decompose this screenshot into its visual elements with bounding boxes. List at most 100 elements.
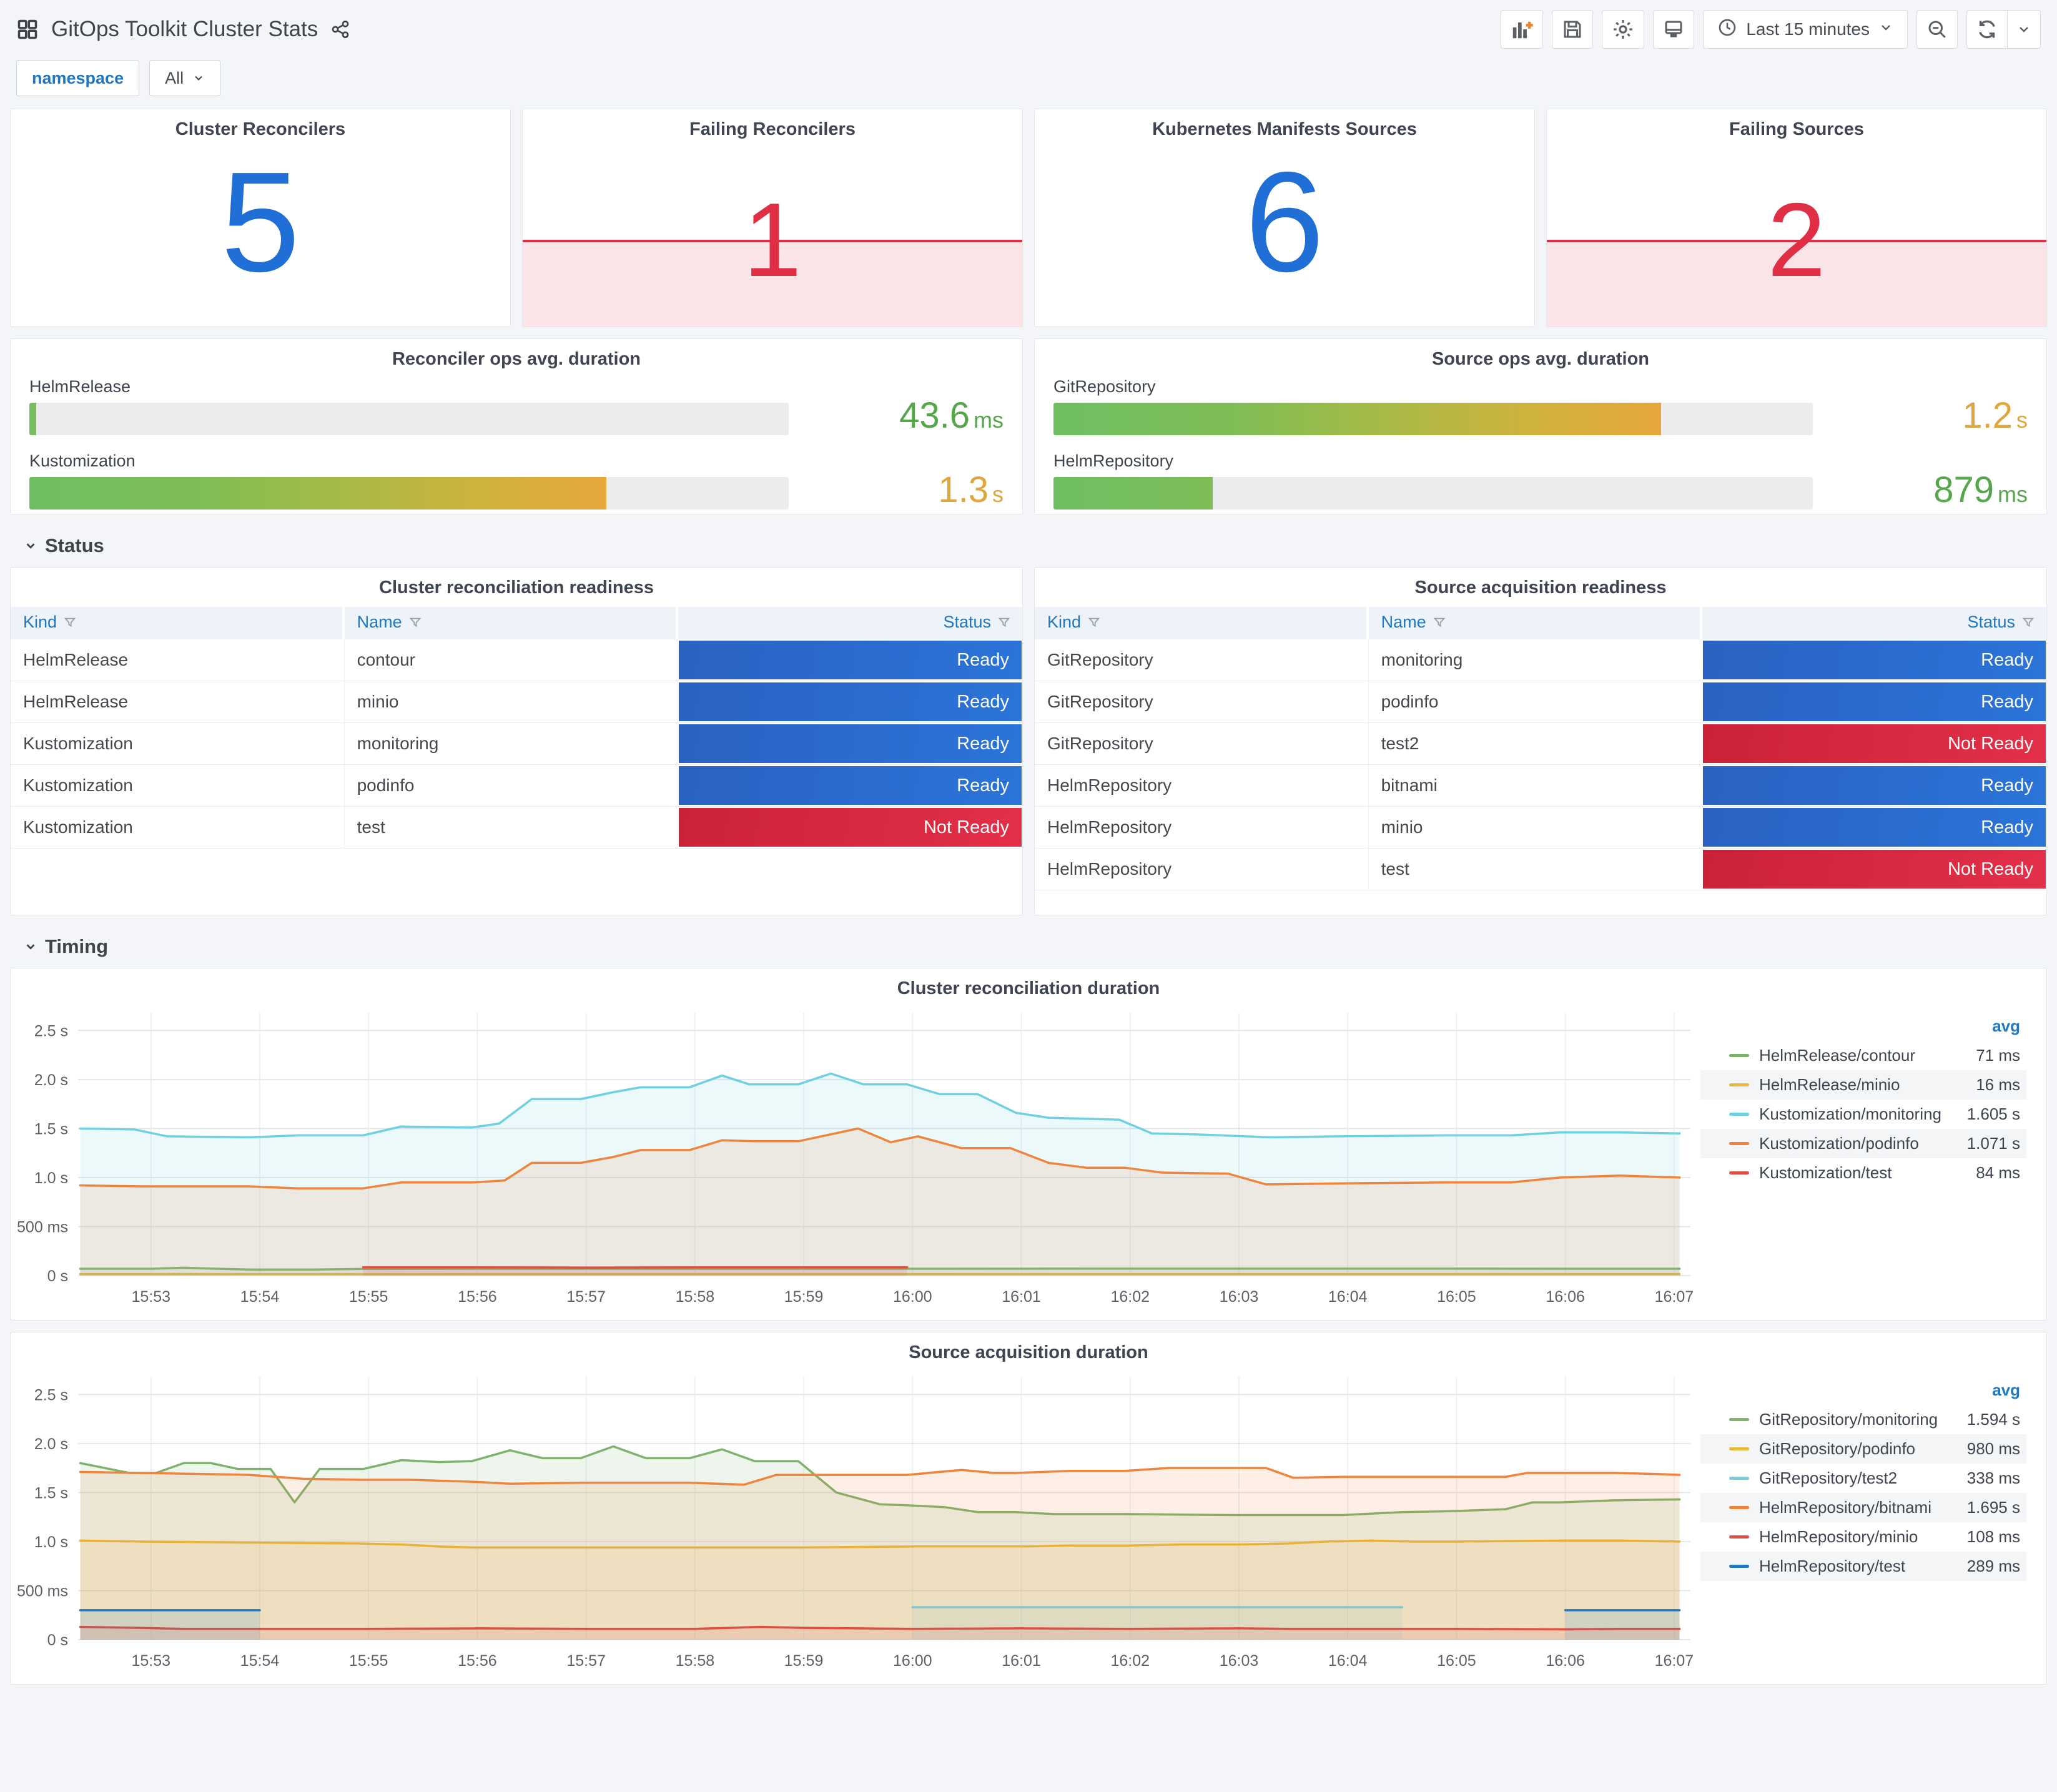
share-icon[interactable] bbox=[330, 19, 350, 39]
save-dashboard-button[interactable] bbox=[1552, 10, 1594, 49]
column-header-kind[interactable]: Kind bbox=[1035, 607, 1369, 639]
legend-item[interactable]: HelmRepository/minio 108 ms bbox=[1700, 1522, 2026, 1552]
series-color-swatch bbox=[1729, 1477, 1749, 1480]
namespace-filter-label[interactable]: namespace bbox=[16, 60, 140, 96]
table-row: HelmRepository test Not Ready bbox=[1035, 849, 2046, 890]
series-name[interactable]: HelmRelease/contour bbox=[1759, 1046, 1976, 1065]
column-header-name[interactable]: Name bbox=[344, 607, 679, 639]
apps-grid-icon[interactable] bbox=[16, 18, 39, 41]
legend-item[interactable]: GitRepository/monitoring 1.594 s bbox=[1700, 1405, 2026, 1434]
stat-value: 5 bbox=[220, 142, 300, 302]
cycle-view-mode-button[interactable] bbox=[1653, 10, 1695, 49]
legend-item[interactable]: HelmRepository/bitnami 1.695 s bbox=[1700, 1493, 2026, 1522]
section-title: Timing bbox=[45, 935, 109, 957]
add-panel-button[interactable] bbox=[1501, 10, 1544, 49]
gauge-label: HelmRepository bbox=[1053, 451, 1174, 470]
table-cell: GitRepository bbox=[1035, 723, 1369, 765]
legend-item[interactable]: Kustomization/test 84 ms bbox=[1700, 1158, 2026, 1188]
panel-title[interactable]: Cluster Reconcilers bbox=[11, 109, 510, 140]
svg-text:16:06: 16:06 bbox=[1546, 1652, 1585, 1670]
svg-text:16:02: 16:02 bbox=[1110, 1288, 1150, 1306]
chevron-down-icon bbox=[195, 76, 202, 81]
legend-item[interactable]: HelmRelease/contour 71 ms bbox=[1700, 1041, 2026, 1070]
filter-icon[interactable] bbox=[408, 614, 422, 634]
table-cell: test2 bbox=[1368, 723, 1703, 765]
series-name[interactable]: GitRepository/monitoring bbox=[1759, 1410, 1967, 1429]
status-badge: Not Ready bbox=[679, 808, 1022, 847]
filter-icon[interactable] bbox=[1087, 614, 1101, 634]
series-name[interactable]: HelmRepository/test bbox=[1759, 1557, 1967, 1576]
chart-panel-source-acquisition-duration: Source acquisition duration 15:53 15:54 15… bbox=[10, 1332, 2047, 1685]
chart-svg: 15:53 15:54 15:55 15:56 15:57 15:58 15:59 16:00… bbox=[17, 1013, 1694, 1306]
panel-title[interactable]: Cluster reconciliation duration bbox=[11, 968, 2046, 999]
panel-title[interactable]: Kubernetes Manifests Sources bbox=[1035, 109, 1534, 140]
table-cell: bitnami bbox=[1368, 765, 1703, 807]
filter-icon[interactable] bbox=[63, 614, 77, 634]
time-range-picker[interactable]: Last 15 minutes bbox=[1703, 10, 1908, 49]
svg-text:15:58: 15:58 bbox=[676, 1288, 715, 1306]
series-name[interactable]: HelmRelease/minio bbox=[1759, 1075, 1976, 1095]
gauge-panel-source-ops: Source ops avg. duration GitRepository 1… bbox=[1034, 338, 2047, 514]
series-name[interactable]: Kustomization/podinfo bbox=[1759, 1134, 1967, 1153]
refresh-button[interactable] bbox=[1966, 10, 2008, 49]
status-cell: Not Ready bbox=[1702, 723, 2046, 765]
gauge-row: GitRepository 1.2 s bbox=[1053, 377, 2028, 435]
filter-icon[interactable] bbox=[997, 614, 1011, 634]
gauge-row: HelmRelease 43.6 ms bbox=[29, 377, 1004, 435]
filter-icon[interactable] bbox=[1433, 614, 1446, 634]
status-badge: Ready bbox=[679, 766, 1022, 805]
refresh-interval-dropdown[interactable] bbox=[2008, 10, 2041, 49]
table-cell: podinfo bbox=[1368, 681, 1703, 723]
stat-panel-kubernetes-manifests-sources: Kubernetes Manifests Sources 6 bbox=[1034, 109, 1535, 327]
top-navbar: GitOps Toolkit Cluster Stats Last 15 min… bbox=[0, 0, 2057, 54]
legend-item[interactable]: GitRepository/podinfo 980 ms bbox=[1700, 1434, 2026, 1464]
panel-title[interactable]: Source acquisition readiness bbox=[1035, 568, 2046, 598]
legend-item[interactable]: HelmRelease/minio 16 ms bbox=[1700, 1070, 2026, 1100]
table-row: Kustomization test Not Ready bbox=[11, 807, 1022, 849]
svg-text:16:00: 16:00 bbox=[893, 1652, 932, 1670]
table-cell: HelmRepository bbox=[1035, 765, 1369, 807]
panel-title[interactable]: Failing Reconcilers bbox=[523, 109, 1022, 140]
filter-icon[interactable] bbox=[2021, 614, 2035, 634]
series-name[interactable]: GitRepository/podinfo bbox=[1759, 1439, 1967, 1459]
legend-avg-header[interactable]: avg bbox=[1700, 1381, 2026, 1405]
column-header-name[interactable]: Name bbox=[1368, 607, 1703, 639]
chevron-down-icon bbox=[1878, 19, 1893, 39]
column-header-status[interactable]: Status bbox=[1702, 607, 2046, 639]
series-name[interactable]: Kustomization/monitoring bbox=[1759, 1105, 1967, 1124]
table-cell: HelmRepository bbox=[1035, 849, 1369, 890]
time-series-plot[interactable]: 15:53 15:54 15:55 15:56 15:57 15:58 15:59 16:00… bbox=[13, 1364, 1700, 1677]
time-range-label: Last 15 minutes bbox=[1746, 19, 1870, 39]
legend-item[interactable]: Kustomization/podinfo 1.071 s bbox=[1700, 1129, 2026, 1158]
time-series-plot[interactable]: 15:53 15:54 15:55 15:56 15:57 15:58 15:59 16:00… bbox=[13, 1000, 1700, 1313]
svg-text:15:56: 15:56 bbox=[458, 1288, 497, 1306]
series-name[interactable]: HelmRepository/bitnami bbox=[1759, 1498, 1967, 1517]
svg-text:1.0 s: 1.0 s bbox=[34, 1169, 68, 1187]
panel-title[interactable]: Reconciler ops avg. duration bbox=[11, 339, 1022, 370]
panel-title[interactable]: Cluster reconciliation readiness bbox=[11, 568, 1022, 598]
series-name[interactable]: HelmRepository/minio bbox=[1759, 1527, 1967, 1547]
panel-title[interactable]: Failing Sources bbox=[1547, 109, 2046, 140]
section-timing[interactable]: Timing bbox=[10, 918, 2047, 968]
series-name[interactable]: GitRepository/test2 bbox=[1759, 1469, 1967, 1488]
table-cell: HelmRepository bbox=[1035, 807, 1369, 849]
series-avg-value: 289 ms bbox=[1966, 1557, 2020, 1575]
panel-title[interactable]: Source acquisition duration bbox=[11, 1332, 2046, 1363]
series-color-swatch bbox=[1729, 1113, 1749, 1116]
series-name[interactable]: Kustomization/test bbox=[1759, 1163, 1976, 1183]
legend-item[interactable]: HelmRepository/test 289 ms bbox=[1700, 1552, 2026, 1581]
svg-text:16:06: 16:06 bbox=[1546, 1288, 1585, 1306]
legend-item[interactable]: Kustomization/monitoring 1.605 s bbox=[1700, 1100, 2026, 1129]
zoom-out-button[interactable] bbox=[1916, 10, 1958, 49]
column-header-status[interactable]: Status bbox=[678, 607, 1022, 639]
table-row: GitRepository monitoring Ready bbox=[1035, 639, 2046, 681]
legend-item[interactable]: GitRepository/test2 338 ms bbox=[1700, 1464, 2026, 1493]
column-header-kind[interactable]: Kind bbox=[11, 607, 345, 639]
dashboard-settings-button[interactable] bbox=[1602, 10, 1645, 49]
table-cell: HelmRelease bbox=[11, 681, 345, 723]
status-cell: Ready bbox=[1702, 765, 2046, 807]
panel-title[interactable]: Source ops avg. duration bbox=[1035, 339, 2046, 370]
legend-avg-header[interactable]: avg bbox=[1700, 1017, 2026, 1041]
namespace-filter-value[interactable]: All bbox=[149, 60, 221, 96]
section-status[interactable]: Status bbox=[10, 517, 2047, 567]
